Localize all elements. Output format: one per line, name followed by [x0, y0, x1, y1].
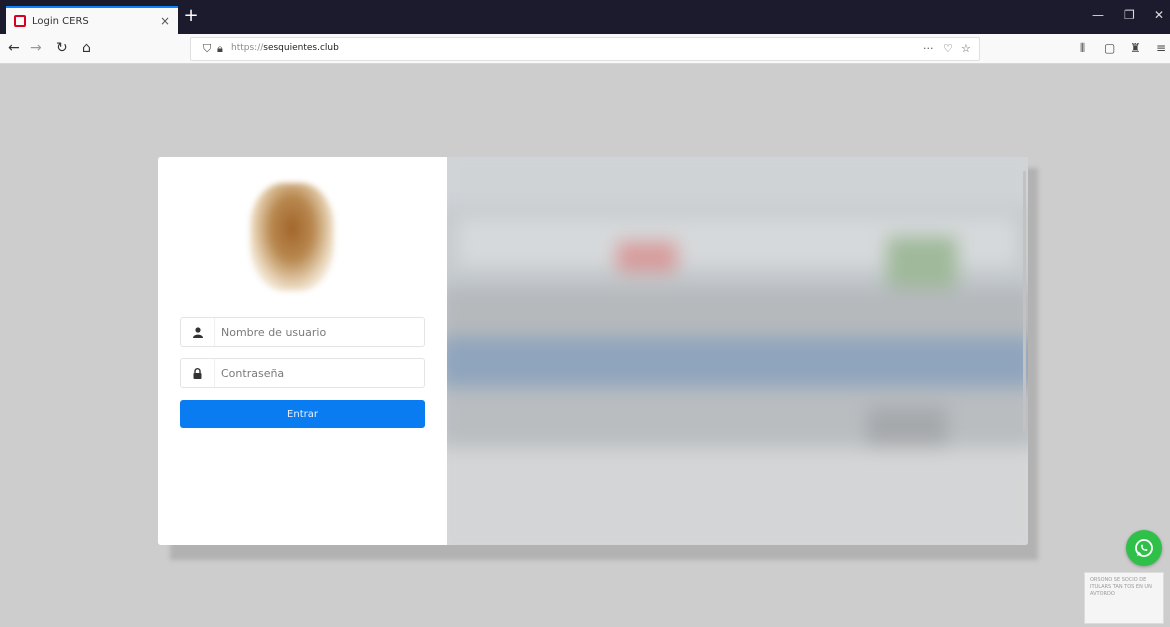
home-icon[interactable]: ⌂ [82, 39, 91, 57]
banner-scrollbar[interactable] [1023, 171, 1026, 431]
site-favicon-icon [14, 15, 26, 27]
minimize-icon[interactable]: — [1092, 8, 1104, 22]
extension-icon[interactable]: ♜ [1130, 41, 1141, 55]
tab-close-icon[interactable]: × [160, 14, 170, 28]
url-text: https://sesquientes.club [231, 43, 339, 53]
lock-icon [181, 359, 215, 387]
reload-icon[interactable]: ↻ [56, 39, 68, 57]
browser-tab[interactable]: Login CERS × [6, 6, 178, 34]
bookmark-star-icon[interactable]: ☆ [961, 42, 971, 55]
password-input[interactable] [215, 359, 424, 387]
close-window-icon[interactable]: ✕ [1154, 8, 1164, 22]
new-tab-button[interactable]: + [182, 7, 200, 26]
restore-icon[interactable]: ❐ [1124, 8, 1135, 22]
company-logo [250, 183, 334, 291]
address-bar[interactable]: ⛉ 🔒︎ https://sesquientes.club ··· ♡ ☆ [190, 37, 980, 61]
sidebar-icon[interactable]: ▢ [1104, 41, 1115, 55]
password-field[interactable] [180, 358, 425, 388]
pocket-icon[interactable]: ♡ [943, 42, 953, 55]
tab-title: Login CERS [32, 15, 89, 27]
banner-image [447, 157, 1028, 545]
login-card: Entrar [158, 157, 1028, 545]
username-input[interactable] [215, 318, 424, 346]
user-icon [181, 318, 215, 346]
tracking-shield-icon[interactable]: ⛉ [203, 42, 211, 56]
username-field[interactable] [180, 317, 425, 347]
tab-strip: Login CERS × + — ❐ ✕ [0, 0, 1170, 34]
login-panel: Entrar [158, 157, 447, 545]
banner-blurred-content [447, 157, 1028, 545]
library-icon[interactable]: ⫴ [1080, 41, 1085, 56]
back-icon[interactable]: ← [8, 39, 20, 57]
forward-icon[interactable]: → [30, 39, 42, 57]
page-actions-icon[interactable]: ··· [923, 42, 934, 55]
lock-icon[interactable]: 🔒︎ [217, 42, 223, 56]
whatsapp-button[interactable] [1126, 530, 1162, 566]
badge-text: ORSONO SE SOCIO DE ITULARS TAN TOS EN UN… [1090, 577, 1152, 597]
login-button[interactable]: Entrar [180, 400, 425, 428]
browser-toolbar: ← → ↻ ⌂ ⛉ 🔒︎ https://sesquientes.club ··… [0, 34, 1170, 64]
recaptcha-badge: ORSONO SE SOCIO DE ITULARS TAN TOS EN UN… [1084, 572, 1164, 624]
whatsapp-icon [1135, 539, 1153, 557]
menu-icon[interactable]: ≡ [1156, 41, 1166, 55]
